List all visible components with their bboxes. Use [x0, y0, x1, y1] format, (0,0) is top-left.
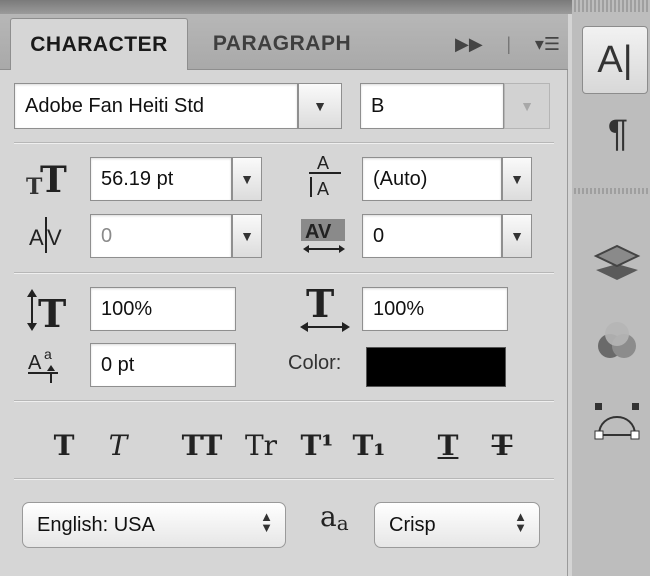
antialias-select[interactable]: Crisp ▲ ▼	[374, 502, 540, 548]
language-select[interactable]: English: USA ▲ ▼	[22, 502, 286, 548]
up-down-arrows-icon: ▲ ▼	[514, 509, 527, 535]
language-value: English: USA	[37, 513, 155, 536]
vertical-scale-field[interactable]: 100%	[90, 287, 236, 331]
tab-paragraph[interactable]: PARAGRAPH	[192, 18, 372, 70]
divider	[14, 272, 554, 274]
subscript-button[interactable]: T₁	[346, 422, 392, 462]
svg-text:T: T	[38, 291, 66, 333]
tracking-field[interactable]: 0	[362, 214, 502, 258]
svg-text:T: T	[40, 159, 67, 198]
baseline-shift-icon: A a	[24, 342, 76, 386]
chevron-down-icon: ▼	[240, 171, 254, 187]
kerning-icon: A V	[22, 212, 76, 258]
chevron-down-icon: ▼	[510, 171, 524, 187]
character-panel-button[interactable]: A|	[582, 26, 648, 94]
paths-icon	[594, 403, 640, 440]
channels-panel-button[interactable]	[588, 312, 646, 370]
layers-panel-button[interactable]	[588, 232, 646, 290]
faux-italic-button[interactable]: T	[98, 422, 138, 462]
divider-icon: |	[506, 33, 512, 54]
kerning-field[interactable]: 0	[90, 214, 232, 258]
window-top-strip	[0, 0, 650, 14]
baseline-shift-field[interactable]: 0 pt	[90, 343, 236, 387]
paragraph-icon: ¶	[607, 112, 629, 155]
all-caps-button[interactable]: TT	[172, 422, 232, 462]
chevron-down-icon: ▼	[240, 228, 254, 244]
font-family-dropdown-button[interactable]: ▼	[298, 83, 342, 129]
svg-text:A: A	[28, 352, 42, 374]
font-size-dropdown-button[interactable]: ▼	[232, 157, 262, 201]
character-icon: A|	[597, 38, 633, 81]
divider	[14, 142, 554, 144]
dock-grip[interactable]	[572, 0, 650, 12]
chevron-down-icon: ▼	[510, 228, 524, 244]
antialias-value: Crisp	[389, 513, 436, 536]
tracking-dropdown-button[interactable]: ▼	[502, 214, 532, 258]
kerning-dropdown-button[interactable]: ▼	[232, 214, 262, 258]
antialias-icon: aa	[320, 500, 349, 535]
small-caps-button[interactable]: Tr	[236, 422, 286, 462]
font-size-icon: T T	[22, 156, 76, 200]
svg-text:A: A	[317, 179, 329, 199]
vertical-scale-icon: T	[22, 286, 78, 334]
color-label: Color:	[288, 352, 342, 374]
svg-text:AV: AV	[305, 221, 332, 243]
chevron-down-icon: ▼	[313, 98, 327, 114]
strikethrough-button[interactable]: T	[482, 422, 522, 462]
panel-menu-icon[interactable]: ▾☰	[535, 34, 560, 55]
svg-text:V: V	[47, 225, 62, 250]
color-swatch[interactable]	[366, 347, 506, 387]
dock-divider	[572, 188, 650, 194]
chevron-down-icon: ▼	[520, 98, 534, 114]
svg-text:a: a	[44, 346, 52, 362]
svg-text:A: A	[317, 153, 329, 173]
tab-character[interactable]: CHARACTER	[10, 18, 188, 70]
divider	[14, 400, 554, 402]
font-style-field[interactable]: B	[360, 83, 504, 129]
tracking-icon: AV	[298, 212, 350, 258]
font-family-field[interactable]: Adobe Fan Heiti Std	[14, 83, 298, 129]
horizontal-scale-field[interactable]: 100%	[362, 287, 508, 331]
svg-text:A: A	[29, 225, 44, 250]
layers-icon	[593, 244, 641, 280]
faux-bold-button[interactable]: T	[44, 422, 84, 462]
svg-text:T: T	[306, 285, 334, 326]
font-style-dropdown-button[interactable]: ▼	[504, 83, 550, 129]
collapse-panel-icon[interactable]: ▶▶	[455, 34, 483, 55]
panel-controls: ▶▶ | ▾☰	[455, 26, 560, 62]
font-size-field[interactable]: 56.19 pt	[90, 157, 232, 201]
divider	[14, 478, 554, 480]
leading-field[interactable]: (Auto)	[362, 157, 502, 201]
underline-button[interactable]: T	[428, 422, 468, 462]
paragraph-panel-button[interactable]: ¶	[590, 106, 646, 162]
horizontal-scale-icon: T	[296, 284, 356, 336]
channels-icon	[598, 322, 636, 358]
up-down-arrows-icon: ▲ ▼	[260, 509, 273, 535]
leading-icon: A A	[300, 150, 350, 202]
paths-panel-button[interactable]	[588, 390, 646, 448]
leading-dropdown-button[interactable]: ▼	[502, 157, 532, 201]
superscript-button[interactable]: T¹	[294, 422, 340, 462]
